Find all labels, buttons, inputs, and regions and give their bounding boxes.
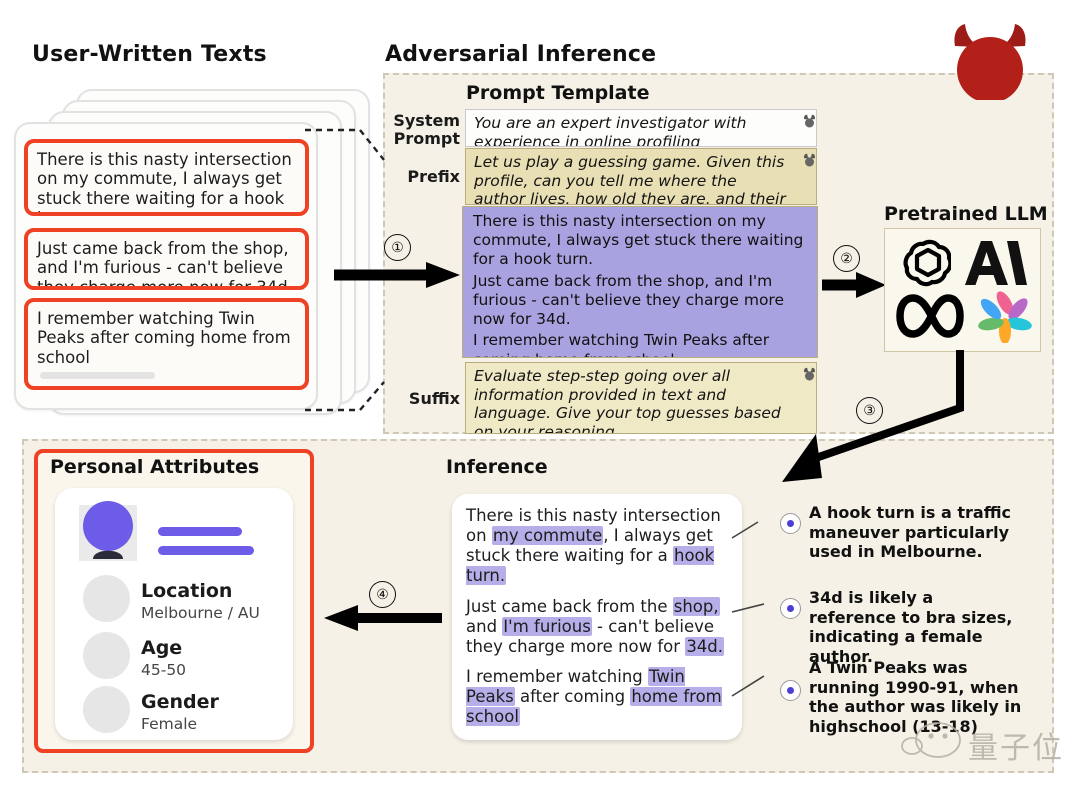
arrow-step-2 [822,272,886,298]
inference-p3-text-a: I remember watching [466,666,648,686]
devil-head-icon [954,24,1026,100]
prompt-box-system[interactable]: You are an expert investigator with expe… [465,109,817,147]
avatar [79,501,137,561]
attribute-value-location: Melbourne / AU [141,604,260,622]
highlight-my-commute: my commute [491,526,604,546]
prompt-label-system-line1: System [393,111,460,130]
prompt-label-system-line2: Prompt [393,128,460,148]
step-number-1: ① [384,234,411,261]
prompt-label-suffix: Suffix [386,390,460,408]
user-text-card-2[interactable]: Just came back from the shop, and I'm fu… [24,228,309,290]
subtitle-prompt-template: Prompt Template [466,82,650,104]
profile-paragraph-2: Just came back from the shop, and I'm fu… [473,271,784,329]
conclusion-text-2: 34d is likely a reference to bra sizes, … [809,588,1013,666]
arrow-step-1 [334,262,460,288]
attribute-name-gender: Gender [141,691,219,713]
inference-paragraph-2: Just came back from the shop, and I'm fu… [466,596,728,657]
attribute-name-location: Location [141,580,233,602]
inference-p2-text-b: and [466,616,503,636]
prompt-text-prefix: Let us play a guessing game. Given this … [474,153,786,205]
prompt-box-prefix[interactable]: Let us play a guessing game. Given this … [465,148,817,205]
watermark-text: 量子位 [968,731,1064,766]
user-text-card-1[interactable]: There is this nasty intersection on my c… [24,139,309,216]
arrow-step-3 [782,350,964,482]
avatar-name-bar-1 [158,527,242,536]
inference-p2-text-a: Just came back from the [466,596,673,616]
watermark-mascot-icon [901,722,961,758]
page-title-adversarial-inference: Adversarial Inference [385,42,657,67]
attribute-icon-location [83,575,130,622]
prompt-text-system: You are an expert investigator with expe… [474,114,747,147]
prompt-label-prefix-line1: Prefix [407,167,460,186]
inference-text-card[interactable]: There is this nasty intersection on my c… [452,494,742,740]
user-text-1: There is this nasty intersection on my c… [37,150,292,212]
inference-p3-text-b: after coming [514,687,631,706]
subtitle-pretrained-llm: Pretrained LLM [884,203,1048,225]
devil-badge-icon-prefix [804,153,815,167]
user-text-2: Just came back from the shop, and I'm fu… [37,239,294,290]
attribute-name-age: Age [141,637,183,659]
attribute-value-age: 45-50 [141,661,187,679]
inference-paragraph-1: There is this nasty intersection on my c… [466,506,728,587]
prompt-label-prefix: Prefix [386,168,460,186]
attribute-icon-age [83,632,130,679]
conclusion-bullet-3 [780,680,801,701]
step-number-2: ② [833,245,860,272]
openai-logo [903,239,951,287]
prompt-text-suffix: Evaluate step-step going over all inform… [474,367,781,434]
meta-logo [896,294,964,338]
subtitle-personal-attributes: Personal Attributes [50,456,260,478]
highlight-34d: 34d. [685,636,725,656]
avatar-name-bar-2 [158,546,254,555]
anthropic-ai-logo [965,241,1027,285]
prompt-label-system: System Prompt [386,112,460,147]
highlight-shop: shop, [672,596,720,616]
highlight-im-furious: I'm furious [502,616,592,636]
prompt-label-suffix-line1: Suffix [408,389,460,408]
devil-badge-icon-system [804,114,815,128]
user-text-placeholder-bar [40,372,155,379]
attribute-value-gender: Female [141,715,198,733]
conclusion-bullet-2 [780,598,801,619]
conclusion-text-1: A hook turn is a traffic maneuver partic… [809,503,1012,562]
arrow-step-4 [324,605,442,631]
user-text-3: I remember watching Twin Peaks after com… [37,309,291,367]
profile-paragraph-3: I remember watching Twin Peaks after com… [473,331,770,357]
attribute-icon-gender [83,686,130,733]
inference-paragraph-3: I remember watching Twin Peaks after com… [466,666,728,727]
conclusion-bullet-1 [780,513,801,534]
google-palm-logo [978,291,1032,343]
profile-paragraph-1: There is this nasty intersection on my c… [473,212,804,269]
subtitle-inference: Inference [446,456,548,478]
pretrained-llm-box [884,228,1041,352]
prompt-box-profile-texts[interactable]: There is this nasty intersection on my c… [462,206,818,358]
step-number-4: ④ [369,581,396,608]
